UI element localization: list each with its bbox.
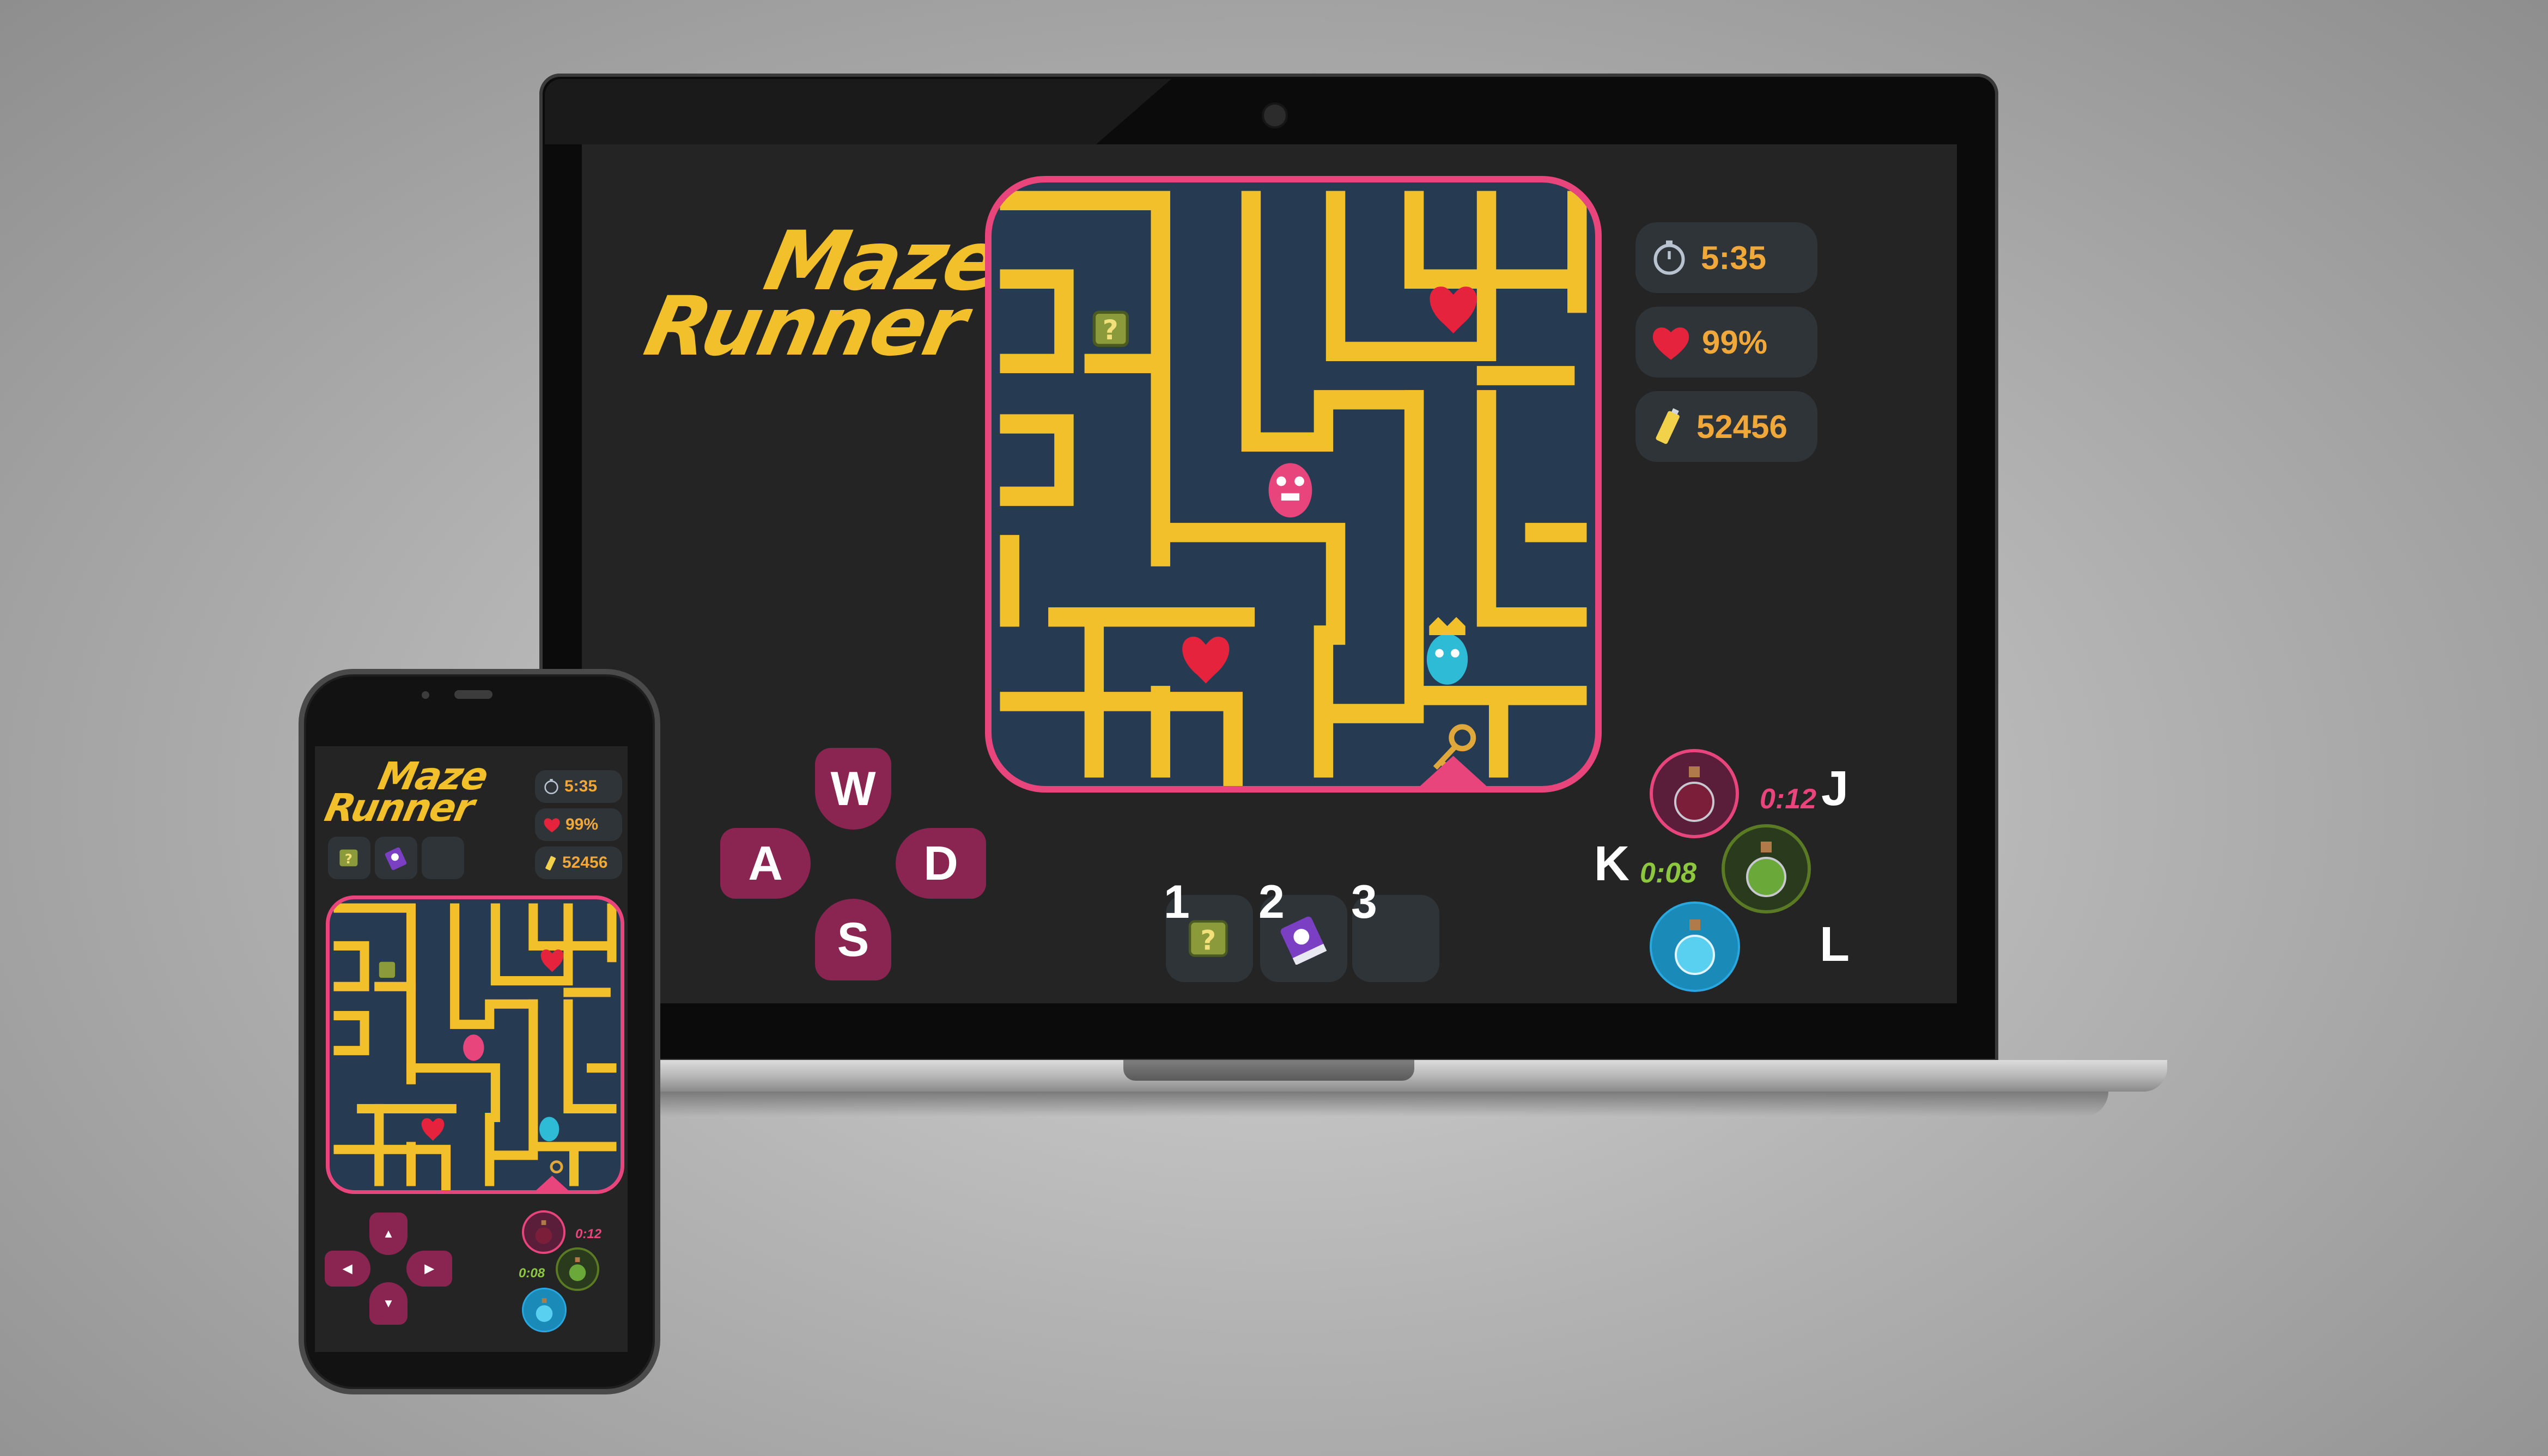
battery-icon xyxy=(1655,405,1681,448)
score-panel: 52456 xyxy=(1635,391,1817,462)
exit-marker xyxy=(1420,756,1487,786)
arrow-left-icon: ◀ xyxy=(343,1262,352,1275)
dpad-down-button[interactable]: S xyxy=(815,899,891,980)
svg-text:?: ? xyxy=(1200,924,1216,956)
score-panel: 52456 xyxy=(535,846,622,879)
red-potion-key: J xyxy=(1821,761,1849,816)
stopwatch-icon xyxy=(1650,238,1689,277)
svg-text:?: ? xyxy=(345,851,352,867)
dpad-up-button[interactable]: W xyxy=(815,748,891,830)
inventory-slot-3[interactable] xyxy=(422,837,464,879)
heart-icon xyxy=(421,1118,445,1141)
dpad-left-button[interactable]: A xyxy=(720,828,811,899)
heart-icon xyxy=(540,949,564,972)
timer-panel: 5:35 xyxy=(535,770,622,803)
blue-potion-icon xyxy=(1675,919,1715,975)
inventory-slot-1[interactable]: ? xyxy=(328,837,370,879)
pink-monster-icon xyxy=(463,1034,484,1061)
mystery-box-icon xyxy=(379,961,396,978)
mystery-box-icon: ? xyxy=(1092,310,1129,347)
maze-walls xyxy=(333,903,617,1190)
slot-2-key-label: 2 xyxy=(1258,876,1285,928)
dpad-down-button[interactable]: ▼ xyxy=(369,1282,408,1325)
blue-potion-button[interactable] xyxy=(522,1288,567,1332)
red-potion-button[interactable] xyxy=(522,1210,565,1254)
health-panel: 99% xyxy=(535,808,622,841)
green-potion-button[interactable] xyxy=(556,1247,599,1291)
pink-monster-icon xyxy=(1268,463,1312,517)
phone-camera xyxy=(422,691,429,699)
exit-marker xyxy=(536,1175,568,1190)
health-value: 99% xyxy=(1702,324,1768,361)
score-value: 52456 xyxy=(1696,408,1787,445)
blue-monster-player-icon xyxy=(1426,617,1468,685)
laptop-game-screen: Maze Runner ? 5:35 99% 52456 W A D S ? 1… xyxy=(582,144,1957,1003)
game-logo-runner: Runner xyxy=(637,279,973,374)
slot-3-key-label: 3 xyxy=(1351,876,1377,928)
slot-1-key-label: 1 xyxy=(1164,876,1190,928)
green-potion-key: K xyxy=(1594,837,1629,891)
blue-potion-icon xyxy=(536,1298,553,1322)
timer-panel: 5:35 xyxy=(1635,222,1817,293)
heart-icon xyxy=(543,816,561,833)
blue-monster-player-icon xyxy=(539,1117,560,1142)
mystery-box-icon: ? xyxy=(339,849,358,867)
red-potion-icon xyxy=(1674,766,1714,822)
spell-book-icon xyxy=(1280,916,1327,965)
heart-icon xyxy=(1650,322,1692,362)
red-potion-button[interactable] xyxy=(1650,749,1739,838)
score-value: 52456 xyxy=(562,854,608,872)
phone-speaker xyxy=(454,690,492,699)
heart-icon xyxy=(1182,636,1230,684)
blue-potion-button[interactable] xyxy=(1650,901,1740,992)
stopwatch-icon xyxy=(543,778,560,795)
time-value: 5:35 xyxy=(1701,239,1767,276)
inventory-slot-2[interactable] xyxy=(375,837,417,879)
health-panel: 99% xyxy=(1635,307,1817,377)
dpad-right-button[interactable]: ▶ xyxy=(406,1251,452,1287)
battery-icon xyxy=(545,854,557,872)
phone-game-screen: Maze Runner 5:35 99% 52456 ? ▲ ◀ ▶ ▼ 0:1… xyxy=(315,746,628,1352)
blue-potion-key: L xyxy=(1820,917,1850,972)
laptop-base-shadow xyxy=(637,1092,2108,1117)
mystery-box-icon: ? xyxy=(1188,920,1228,957)
red-potion-cooldown: 0:12 xyxy=(575,1227,602,1241)
maze-board: ? xyxy=(985,176,1602,793)
green-potion-icon xyxy=(1746,842,1786,897)
red-potion-icon xyxy=(535,1220,552,1244)
dpad-left-button[interactable]: ◀ xyxy=(325,1251,370,1287)
dpad-right-button[interactable]: D xyxy=(896,828,986,899)
arrow-up-icon: ▲ xyxy=(382,1227,394,1240)
green-potion-button[interactable] xyxy=(1722,824,1811,913)
laptop-bezel-glare xyxy=(545,79,1171,144)
svg-text:?: ? xyxy=(1103,314,1118,346)
green-potion-cooldown: 0:08 xyxy=(1640,857,1697,889)
maze-walls: ? xyxy=(1000,191,1587,786)
health-value: 99% xyxy=(565,815,599,833)
key-icon xyxy=(550,1160,563,1174)
green-potion-cooldown: 0:08 xyxy=(519,1266,545,1281)
heart-icon xyxy=(1430,287,1477,333)
arrow-right-icon: ▶ xyxy=(424,1262,434,1275)
laptop-hinge-notch xyxy=(1123,1060,1414,1081)
maze-board xyxy=(326,895,624,1194)
arrow-down-icon: ▼ xyxy=(382,1296,394,1310)
laptop-camera xyxy=(1262,102,1288,129)
red-potion-cooldown: 0:12 xyxy=(1760,783,1817,815)
spell-book-icon xyxy=(385,847,407,870)
green-potion-icon xyxy=(569,1257,586,1281)
time-value: 5:35 xyxy=(564,777,598,795)
dpad-up-button[interactable]: ▲ xyxy=(369,1213,408,1255)
game-logo-runner: Runner xyxy=(321,785,478,830)
